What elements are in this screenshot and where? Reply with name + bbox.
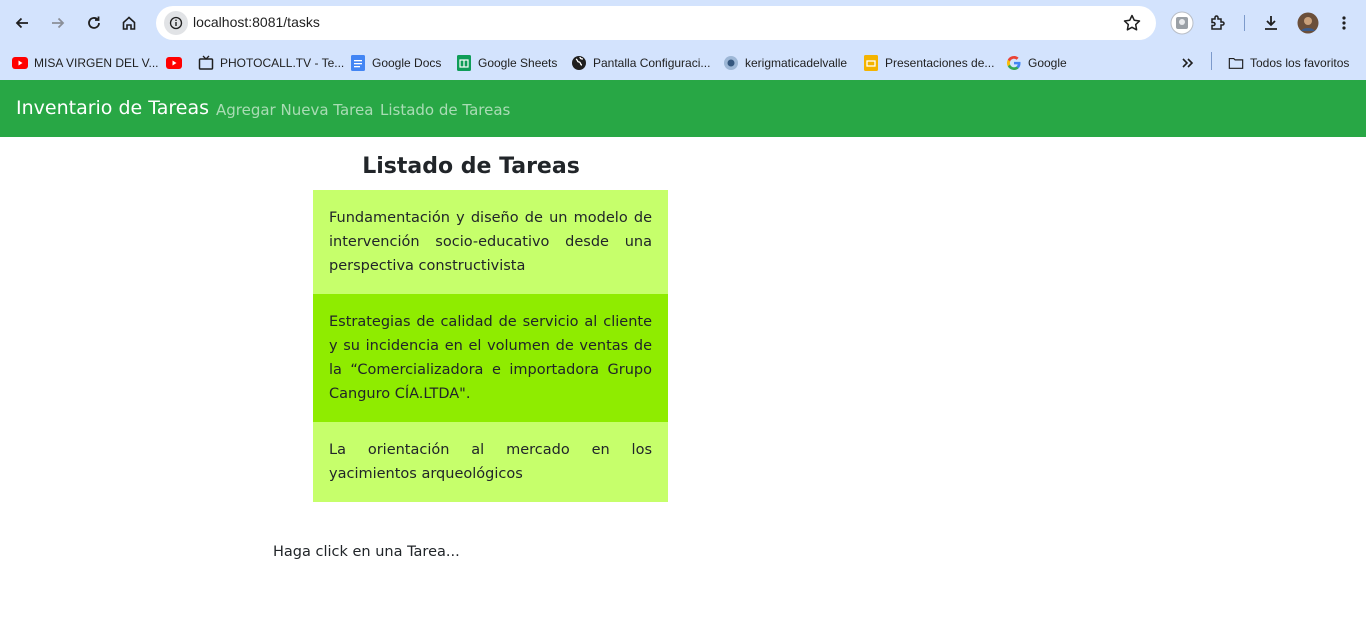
- bookmark-label: Google: [1028, 56, 1067, 70]
- bookmark-google-docs[interactable]: Google Docs: [350, 52, 441, 74]
- profile-extension-icon[interactable]: [1167, 8, 1197, 38]
- bookmark-pantalla-configuracion[interactable]: Pantalla Configuraci...: [571, 52, 710, 74]
- nav-link-add-task[interactable]: Agregar Nueva Tarea: [216, 101, 373, 119]
- task-item[interactable]: Fundamentación y diseño de un modelo de …: [313, 190, 668, 294]
- back-arrow-icon[interactable]: [7, 8, 37, 38]
- bookmark-label: MISA VIRGEN DEL V...: [34, 56, 159, 70]
- toolbar-separator: [1244, 15, 1245, 31]
- app-navbar: Inventario de Tareas Agregar Nueva Tarea…: [0, 80, 1366, 137]
- bookmark-label: kerigmaticadelvalle: [745, 56, 848, 70]
- bookmark-photocall[interactable]: PHOTOCALL.TV - Te...: [198, 52, 344, 74]
- forward-arrow-icon[interactable]: [43, 8, 73, 38]
- bookmarks-bar: MISA VIRGEN DEL V... PHOTOCALL.TV - Te..…: [0, 46, 1366, 80]
- slides-icon: [863, 55, 879, 71]
- google-icon: [1006, 55, 1022, 71]
- site-info-icon[interactable]: [164, 11, 188, 35]
- youtube-icon: [12, 55, 28, 71]
- folder-icon: [1228, 55, 1244, 71]
- reload-icon[interactable]: [79, 8, 109, 38]
- bookmark-label: PHOTOCALL.TV - Te...: [220, 56, 345, 70]
- address-bar[interactable]: localhost:8081/tasks: [156, 6, 1156, 40]
- navbar-brand[interactable]: Inventario de Tareas: [16, 97, 209, 119]
- bookmark-google[interactable]: Google: [1006, 52, 1067, 74]
- page-title: Listado de Tareas: [362, 154, 580, 179]
- youtube-icon: [166, 55, 182, 71]
- all-bookmarks-folder[interactable]: Todos los favoritos: [1228, 52, 1349, 74]
- bookmark-star-icon[interactable]: [1122, 13, 1142, 37]
- site-icon: [723, 55, 739, 71]
- sheets-icon: [456, 55, 472, 71]
- download-icon[interactable]: [1256, 8, 1286, 38]
- bookmarks-separator: [1211, 52, 1212, 70]
- extensions-puzzle-icon[interactable]: [1203, 8, 1233, 38]
- task-item[interactable]: La orientación al mercado en los yacimie…: [313, 422, 668, 502]
- all-bookmarks-label: Todos los favoritos: [1250, 56, 1350, 70]
- kebab-menu-icon[interactable]: [1329, 8, 1359, 38]
- bookmark-misa-virgen[interactable]: MISA VIRGEN DEL V...: [12, 52, 159, 74]
- nav-link-task-list[interactable]: Listado de Tareas: [380, 101, 510, 119]
- task-list: Fundamentación y diseño de un modelo de …: [313, 190, 668, 502]
- more-bookmarks-chevron-icon[interactable]: [1180, 52, 1196, 74]
- bookmark-label: Pantalla Configuraci...: [593, 56, 711, 70]
- url-text[interactable]: localhost:8081/tasks: [193, 14, 320, 30]
- bookmark-youtube[interactable]: [166, 52, 188, 74]
- tv-icon: [198, 55, 214, 71]
- globe-icon: [571, 55, 587, 71]
- bookmark-kerigmaticadelvalle[interactable]: kerigmaticadelvalle: [723, 52, 847, 74]
- bookmark-label: Google Sheets: [478, 56, 558, 70]
- home-icon[interactable]: [114, 8, 144, 38]
- browser-toolbar: localhost:8081/tasks: [0, 0, 1366, 46]
- docs-icon: [350, 55, 366, 71]
- avatar-icon[interactable]: [1293, 8, 1323, 38]
- bookmark-presentaciones[interactable]: Presentaciones de...: [863, 52, 994, 74]
- bookmark-google-sheets[interactable]: Google Sheets: [456, 52, 557, 74]
- bookmark-label: Presentaciones de...: [885, 56, 995, 70]
- task-hint-text: Haga click en una Tarea...: [273, 544, 460, 560]
- bookmark-label: Google Docs: [372, 56, 442, 70]
- task-item[interactable]: Estrategias de calidad de servicio al cl…: [313, 294, 668, 422]
